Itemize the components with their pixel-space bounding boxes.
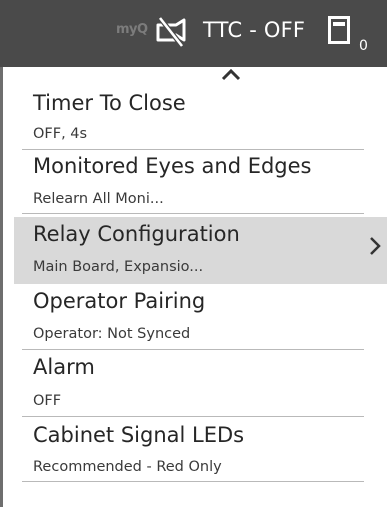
menu-item-title: Monitored Eyes and Edges: [33, 154, 312, 178]
menu-item-title: Timer To Close: [33, 91, 186, 115]
menu-item-subtitle: Relearn All Moni...: [33, 191, 164, 207]
myq-logo: myQ: [116, 22, 148, 37]
menu-item-title: Relay Configuration: [33, 222, 240, 246]
menu-item-subtitle: Main Board, Expansio...: [33, 259, 204, 275]
menu-item-subtitle: Recommended - Red Only: [33, 459, 222, 475]
menu-item-title: Operator Pairing: [33, 289, 206, 313]
menu-item-subtitle: Operator: Not Synced: [33, 326, 191, 342]
menu-item-timer-to-close[interactable]: Timer To Close OFF, 4s: [22, 88, 364, 150]
menu-item-monitored-eyes[interactable]: Monitored Eyes and Edges Relearn All Mon…: [22, 150, 364, 214]
chevron-right-icon[interactable]: [369, 235, 381, 257]
menu-item-title: Cabinet Signal LEDs: [33, 423, 245, 447]
camera-off-icon: [156, 17, 186, 47]
menu-item-title: Alarm: [33, 355, 95, 379]
left-border: [0, 67, 3, 507]
board-count: 0: [359, 38, 368, 54]
board-icon[interactable]: [328, 16, 350, 44]
menu-item-subtitle: OFF: [33, 393, 62, 409]
chevron-up-icon[interactable]: [220, 66, 242, 82]
screen: myQ TTC - OFF 0 Timer To Close OFF, 4s M…: [0, 0, 387, 507]
status-bar: myQ TTC - OFF 0: [0, 0, 387, 67]
menu-item-alarm[interactable]: Alarm OFF: [22, 350, 364, 417]
ttc-status[interactable]: TTC - OFF: [203, 18, 305, 42]
menu-item-operator-pairing[interactable]: Operator Pairing Operator: Not Synced: [22, 285, 364, 350]
menu-item-cabinet-signal-leds[interactable]: Cabinet Signal LEDs Recommended - Red On…: [22, 418, 364, 482]
menu-item-relay-configuration[interactable]: Relay Configuration Main Board, Expansio…: [14, 217, 387, 284]
menu-item-subtitle: OFF, 4s: [33, 126, 88, 142]
